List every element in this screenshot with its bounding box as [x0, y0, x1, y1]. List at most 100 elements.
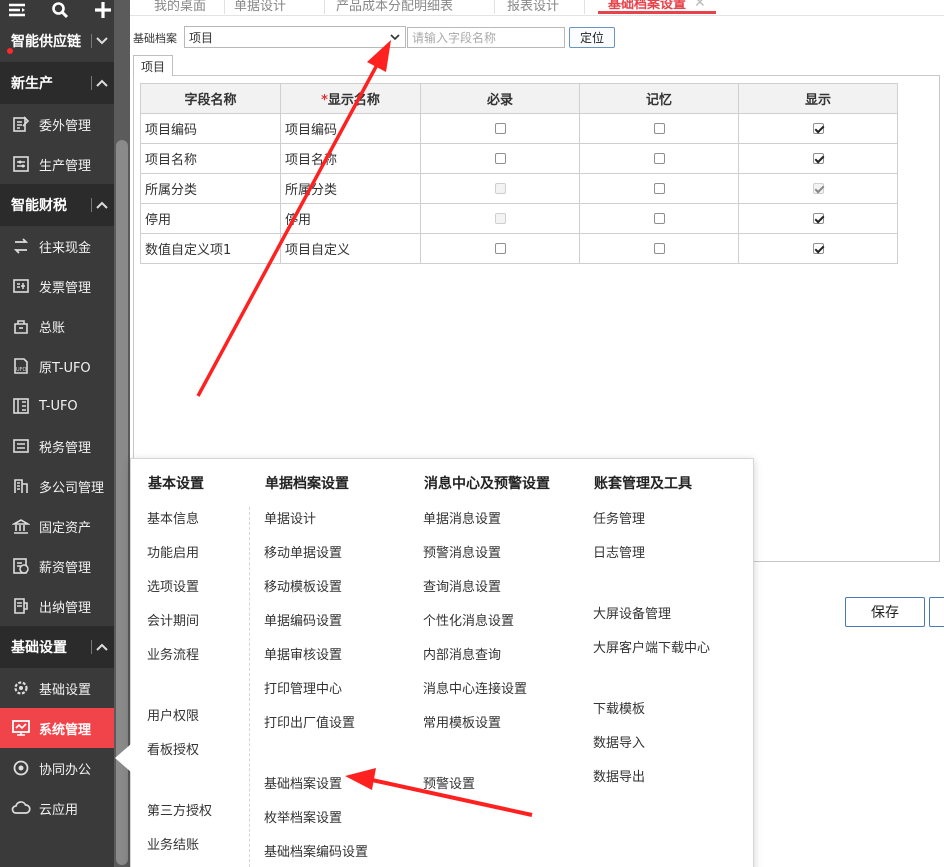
- menu-item-template-settings[interactable]: 常用模板设置: [423, 712, 501, 731]
- show-checkbox[interactable]: [812, 213, 824, 224]
- add-icon[interactable]: [93, 0, 114, 20]
- tab-desktop[interactable]: 我的桌面: [154, 0, 206, 14]
- menu-item-data-export[interactable]: 数据导出: [593, 766, 645, 785]
- sidebar-item-basic-settings[interactable]: 基础设置: [0, 668, 114, 708]
- sidebar-item-invoice[interactable]: 发票管理: [0, 266, 114, 306]
- menu-item-internal-message[interactable]: 内部消息查询: [423, 644, 501, 663]
- menu-item-mobile-form[interactable]: 移动单据设置: [264, 542, 342, 561]
- sidebar-item-cloud-apps[interactable]: 云应用: [0, 788, 114, 828]
- menu-toggle-icon[interactable]: [6, 0, 27, 20]
- tab-report-design[interactable]: 报表设计: [507, 0, 559, 14]
- sidebar-item-production[interactable]: 生产管理: [0, 144, 114, 184]
- cell-display-name[interactable]: 项目编码: [280, 113, 421, 144]
- cell-display-name[interactable]: 项目自定义: [280, 233, 421, 264]
- chevron-up-icon[interactable]: [94, 197, 110, 213]
- menu-item-third-party-auth[interactable]: 第三方授权: [147, 800, 212, 819]
- close-icon[interactable]: ✕: [694, 0, 706, 11]
- field-settings-table: 字段名称 *显示名称 必录 记忆 显示 项目编码 项目编码 项目名称 项目名称 所属分类…: [140, 83, 898, 264]
- sidebar-item-tax[interactable]: 税务管理: [0, 426, 114, 466]
- sidebar-group-new-production[interactable]: 新生产: [0, 62, 114, 104]
- menu-item-print-defaults[interactable]: 打印出厂值设置: [264, 712, 355, 731]
- menu-item-basic-info[interactable]: 基本信息: [147, 508, 199, 527]
- sidebar-scrollbar[interactable]: [114, 0, 130, 867]
- sidebar-item-outsourcing[interactable]: 委外管理: [0, 104, 114, 144]
- menu-item-business-closing[interactable]: 业务结账: [147, 834, 199, 853]
- sidebar-group-label: 基础设置: [11, 640, 67, 656]
- menu-item-options[interactable]: 选项设置: [147, 576, 199, 595]
- chevron-up-icon[interactable]: [94, 639, 110, 655]
- tab-form-design[interactable]: 单据设计: [234, 0, 286, 14]
- tab-basic-archive-settings[interactable]: 基础档案设置 ✕: [598, 0, 716, 14]
- menu-item-dashboard-auth[interactable]: 看板授权: [147, 739, 199, 758]
- sidebar-item-collaboration[interactable]: 协同办公: [0, 748, 114, 788]
- subtab-project[interactable]: 项目: [133, 55, 173, 76]
- menu-item-alert-settings[interactable]: 预警设置: [423, 773, 475, 792]
- sidebar-item-t-ufo[interactable]: T-UFO: [0, 386, 114, 426]
- save-button[interactable]: 保存: [845, 597, 925, 627]
- menu-item-accounting-period[interactable]: 会计期间: [147, 610, 199, 629]
- cell-memory: [579, 203, 739, 234]
- show-checkbox[interactable]: [812, 153, 824, 164]
- required-checkbox[interactable]: [494, 153, 506, 164]
- show-checkbox[interactable]: [812, 123, 824, 134]
- menu-item-screen-devices[interactable]: 大屏设备管理: [593, 603, 671, 622]
- menu-item-form-design[interactable]: 单据设计: [264, 508, 316, 527]
- sidebar-item-multi-company[interactable]: 多公司管理: [0, 466, 114, 506]
- sidebar-item-ledger[interactable]: 总账: [0, 306, 114, 346]
- memory-checkbox[interactable]: [653, 153, 665, 164]
- menu-item-form-message[interactable]: 单据消息设置: [423, 508, 501, 527]
- menu-item-data-import[interactable]: 数据导入: [593, 732, 645, 751]
- sidebar-item-old-t-ufo[interactable]: UFO 原T-UFO: [0, 346, 114, 386]
- chevron-up-icon[interactable]: [94, 75, 110, 91]
- sidebar-item-salary[interactable]: 薪资管理: [0, 546, 114, 586]
- menu-item-form-coding[interactable]: 单据编码设置: [264, 610, 342, 629]
- sidebar-group-supply-chain[interactable]: 智能供应链: [0, 20, 114, 62]
- chevron-down-icon[interactable]: [94, 33, 110, 49]
- gear-icon: [11, 678, 31, 698]
- archive-select-value: 项目: [189, 31, 214, 45]
- required-checkbox[interactable]: [494, 123, 506, 134]
- menu-item-log-management[interactable]: 日志管理: [593, 542, 645, 561]
- locate-button[interactable]: 定位: [569, 27, 615, 48]
- menu-item-archive-coding[interactable]: 基础档案编码设置: [264, 841, 368, 860]
- menu-item-print-center[interactable]: 打印管理中心: [264, 678, 342, 697]
- menu-item-alert-message[interactable]: 预警消息设置: [423, 542, 501, 561]
- menu-item-message-connection[interactable]: 消息中心连接设置: [423, 678, 527, 697]
- document-edit-icon: [11, 114, 31, 134]
- sidebar-group-finance[interactable]: 智能财税: [0, 184, 114, 226]
- secondary-button[interactable]: [929, 597, 944, 627]
- memory-checkbox[interactable]: [653, 183, 665, 194]
- menu-item-form-approval[interactable]: 单据审核设置: [264, 644, 342, 663]
- menu-item-user-permissions[interactable]: 用户权限: [147, 705, 199, 724]
- sidebar-item-cash[interactable]: 往来现金: [0, 226, 114, 266]
- memory-checkbox[interactable]: [653, 213, 665, 224]
- search-icon[interactable]: [49, 0, 70, 20]
- sidebar-item-fixed-assets[interactable]: 固定资产: [0, 506, 114, 546]
- sidebar-item-cashier[interactable]: 出纳管理: [0, 586, 114, 626]
- menu-item-basic-archive-settings[interactable]: 基础档案设置: [264, 773, 342, 792]
- memory-checkbox[interactable]: [653, 123, 665, 134]
- system-management-menu: 基本设置 单据档案设置 消息中心及预警设置 账套管理及工具 基本信息 功能启用 …: [115, 458, 754, 867]
- menu-item-screen-client-download[interactable]: 大屏客户端下载中心: [593, 637, 710, 656]
- menu-item-query-message[interactable]: 查询消息设置: [423, 576, 501, 595]
- show-checkbox[interactable]: [812, 243, 824, 254]
- sidebar-item-label: 薪资管理: [39, 560, 92, 576]
- cell-display-name[interactable]: 项目名称: [280, 143, 421, 174]
- menu-item-mobile-template[interactable]: 移动模板设置: [264, 576, 342, 595]
- menu-item-download-template[interactable]: 下载模板: [593, 698, 645, 717]
- menu-item-task-management[interactable]: 任务管理: [593, 508, 645, 527]
- required-checkbox[interactable]: [494, 243, 506, 254]
- cell-display-name[interactable]: 所属分类: [280, 173, 421, 204]
- report-icon: [11, 396, 31, 416]
- field-name-search-input[interactable]: [407, 27, 565, 48]
- memory-checkbox[interactable]: [653, 243, 665, 254]
- menu-item-feature-enable[interactable]: 功能启用: [147, 542, 199, 561]
- archive-select[interactable]: 项目: [184, 26, 406, 48]
- cell-display-name[interactable]: 停用: [280, 203, 421, 234]
- menu-item-business-process[interactable]: 业务流程: [147, 644, 199, 663]
- sidebar-group-basic-settings[interactable]: 基础设置: [0, 626, 114, 668]
- menu-item-enum-archive[interactable]: 枚举档案设置: [264, 807, 342, 826]
- menu-item-custom-message[interactable]: 个性化消息设置: [423, 610, 514, 629]
- tab-cost-allocation[interactable]: 产品成本分配明细表: [336, 0, 453, 14]
- sidebar-item-system-management[interactable]: 系统管理: [0, 708, 114, 748]
